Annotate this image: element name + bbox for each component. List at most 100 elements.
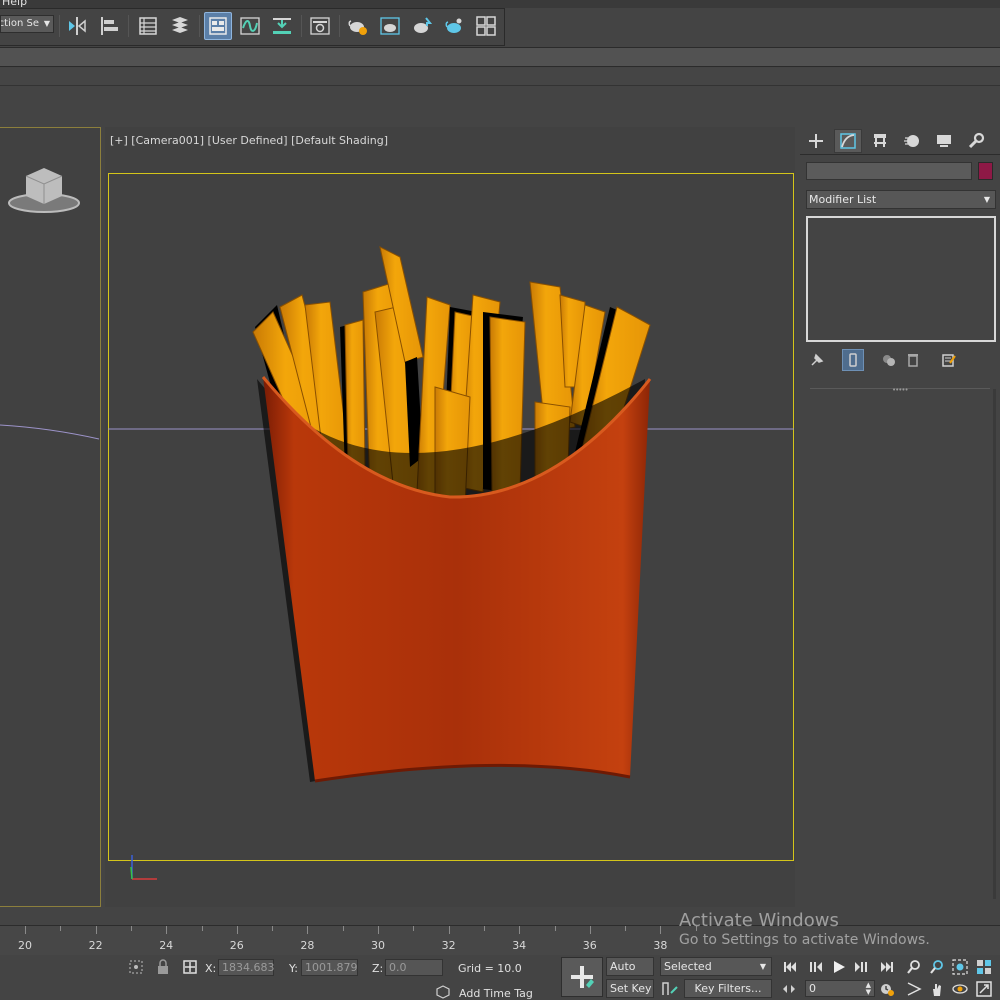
- configure-modifier-sets-icon[interactable]: [938, 349, 960, 371]
- timeline-tick: [483, 926, 485, 931]
- timeline-tick-label: 30: [371, 939, 385, 952]
- command-panel-scrollbar[interactable]: [993, 389, 996, 899]
- viewcube-icon[interactable]: [8, 168, 80, 213]
- zoom-all-icon[interactable]: [927, 957, 947, 977]
- display-tab-icon[interactable]: [930, 129, 958, 153]
- y-coordinate-field[interactable]: 1001.879: [301, 959, 358, 976]
- timeline-tick: [166, 926, 168, 934]
- spinner-arrows-icon: ▲ ▼: [865, 981, 871, 996]
- key-filters-button[interactable]: Key Filters...: [684, 979, 772, 998]
- align-icon[interactable]: [95, 12, 123, 40]
- object-name-field[interactable]: [806, 162, 972, 180]
- set-key-button[interactable]: Set Key: [606, 979, 654, 998]
- field-of-view-icon[interactable]: [904, 979, 924, 999]
- maximize-viewport-icon[interactable]: [974, 979, 994, 999]
- timeline-tick: [695, 926, 697, 931]
- toggle-ribbon-icon[interactable]: [204, 12, 232, 40]
- x-label: X:: [205, 962, 217, 975]
- auto-key-button[interactable]: Auto Key: [606, 957, 654, 990]
- named-selection-set-dropdown[interactable]: ction Se ▼: [0, 15, 54, 33]
- render-production-icon[interactable]: [440, 12, 468, 40]
- curve-editor-icon[interactable]: [236, 12, 264, 40]
- lock-icon[interactable]: [156, 959, 170, 978]
- mirror-icon[interactable]: [63, 12, 91, 40]
- show-end-result-icon[interactable]: [842, 349, 864, 371]
- zoom-extents-icon[interactable]: [950, 957, 970, 977]
- command-panel-tabs: [800, 127, 1000, 155]
- timeline-ruler[interactable]: 20 22 24 26 28 30 32 34 36 38: [0, 925, 1000, 955]
- timeline-tick: [554, 926, 556, 931]
- motion-tab-icon[interactable]: [898, 129, 926, 153]
- left-viewport[interactable]: [0, 127, 101, 907]
- camera-viewport[interactable]: [+] [Camera001] [User Defined] [Default …: [105, 127, 795, 907]
- x-coordinate-field[interactable]: 1834.683: [218, 959, 275, 976]
- timeline-tick: [25, 926, 26, 934]
- make-unique-icon[interactable]: [878, 349, 900, 371]
- pin-stack-icon[interactable]: [806, 349, 828, 371]
- hierarchy-tab-icon[interactable]: [866, 129, 894, 153]
- absolute-mode-icon[interactable]: [182, 959, 198, 978]
- create-tab-icon[interactable]: [802, 129, 830, 153]
- selection-lock-icon-box[interactable]: [128, 959, 144, 978]
- scene-explorer-icon[interactable]: [134, 12, 162, 40]
- z-coordinate-field[interactable]: 0.0: [385, 959, 443, 976]
- zoom-icon[interactable]: [904, 957, 924, 977]
- toolbar-separator: [128, 15, 129, 37]
- play-icon[interactable]: [829, 957, 849, 977]
- timeline-tick: [660, 926, 662, 934]
- modifier-stack[interactable]: [806, 216, 996, 342]
- modify-tab-icon[interactable]: [834, 129, 862, 153]
- time-tag-icon[interactable]: [436, 985, 450, 1000]
- y-label: Y:: [289, 962, 298, 975]
- remove-modifier-icon[interactable]: [902, 349, 924, 371]
- menu-help[interactable]: Help: [2, 0, 27, 8]
- go-to-start-icon[interactable]: [780, 957, 800, 977]
- timeline-tick-label: 34: [512, 939, 527, 952]
- current-frame-spinner[interactable]: 0 ▲ ▼: [805, 980, 875, 997]
- material-editor-icon[interactable]: [344, 12, 372, 40]
- chevron-down-icon: ▼: [983, 195, 990, 204]
- orbit-icon[interactable]: [950, 979, 970, 999]
- stack-tools: [806, 349, 996, 371]
- toolbar-separator: [199, 15, 200, 37]
- status-bar: X: 1834.683 Y: 1001.879 Z: 0.0 Grid = 10…: [0, 955, 1000, 1000]
- timeline-tick: [589, 926, 591, 934]
- selection-set-value: ction Se: [0, 18, 39, 29]
- key-mode-dropdown[interactable]: Selected ▼: [660, 957, 772, 976]
- dope-sheet-icon[interactable]: [268, 12, 296, 40]
- timeline-tick: [448, 926, 450, 934]
- add-time-tag[interactable]: Add Time Tag: [459, 987, 533, 1000]
- render-iterative-icon[interactable]: [472, 12, 500, 40]
- time-configuration-icon[interactable]: [877, 979, 897, 999]
- go-to-end-icon[interactable]: [877, 957, 897, 977]
- timeline-tick-label: 22: [88, 939, 103, 952]
- key-mode-toggle-icon[interactable]: [660, 979, 680, 1000]
- render-setup-icon[interactable]: [376, 12, 404, 40]
- timeline-tick: [130, 926, 132, 931]
- timeline-tick-label: 36: [582, 939, 597, 952]
- rendered-frame-window-icon[interactable]: [408, 12, 436, 40]
- timeline-tick-label: 26: [229, 939, 244, 952]
- horizon-line: [0, 424, 100, 440]
- layer-explorer-icon[interactable]: [166, 12, 194, 40]
- modifier-list-dropdown[interactable]: Modifier List ▼: [806, 190, 996, 209]
- utilities-tab-icon[interactable]: [962, 129, 990, 153]
- zoom-extents-all-icon[interactable]: [974, 957, 994, 977]
- ribbon-bar[interactable]: [0, 47, 1000, 67]
- time-slider-arrows-icon[interactable]: [779, 979, 799, 999]
- next-frame-icon[interactable]: [851, 957, 871, 977]
- set-key-big-button[interactable]: [561, 957, 603, 997]
- timeline-tick: [307, 926, 309, 934]
- rollout-grip[interactable]: •••••: [892, 386, 909, 394]
- object-color-swatch[interactable]: [978, 162, 993, 180]
- axis-tripod-icon: [130, 855, 157, 880]
- schematic-view-icon[interactable]: [306, 12, 334, 40]
- toolbar-separator: [339, 15, 340, 37]
- timeline-tick: [519, 926, 521, 934]
- grid-size: Grid = 10.0: [458, 962, 522, 975]
- toolbar-separator: [301, 15, 302, 37]
- previous-frame-icon[interactable]: [806, 957, 826, 977]
- menu-bar: Help: [0, 0, 1000, 8]
- pan-view-icon[interactable]: [927, 979, 947, 999]
- timeline-tick-label: 24: [159, 939, 174, 952]
